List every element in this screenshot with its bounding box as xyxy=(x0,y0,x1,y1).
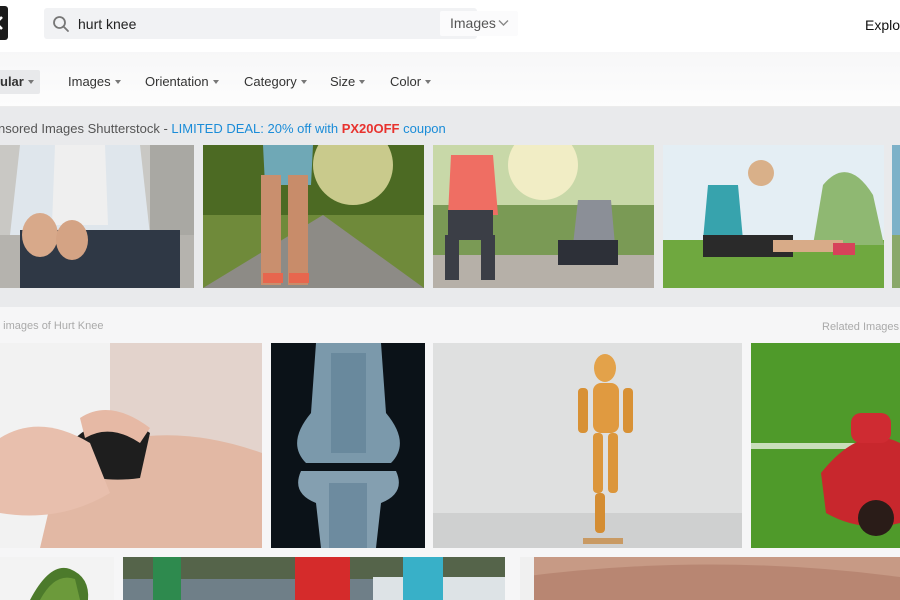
search-bar: Images xyxy=(44,8,518,39)
caret-down-icon xyxy=(27,80,34,84)
top-header: Images Explore xyxy=(0,0,900,52)
sponsored-image-2[interactable] xyxy=(203,145,424,288)
related-photo-7 xyxy=(520,557,900,600)
related-section: e images of Hurt Knee Related Images xyxy=(0,307,900,600)
search-input[interactable] xyxy=(78,8,398,39)
caret-down-icon xyxy=(425,80,432,84)
related-photo-5 xyxy=(0,557,114,600)
related-photo-2 xyxy=(271,343,425,548)
search-type-label: Images xyxy=(450,15,496,31)
filter-color[interactable]: Color xyxy=(390,70,432,94)
explore-link[interactable]: Explore xyxy=(865,17,900,33)
search-icon[interactable] xyxy=(52,15,70,33)
search-type-dropdown[interactable]: Images xyxy=(440,11,518,36)
related-photo-1 xyxy=(0,343,262,548)
related-image-7[interactable] xyxy=(520,557,900,600)
sponsored-section: nsored Images Shutterstock - LIMITED DEA… xyxy=(0,107,900,307)
sponsored-deal-link[interactable]: LIMITED DEAL: 20% off with PX20OFF coupo… xyxy=(171,121,445,136)
site-logo[interactable] xyxy=(0,6,8,40)
filter-color-label: Color xyxy=(390,74,422,89)
logo-chevron-icon xyxy=(0,16,3,30)
filter-orientation[interactable]: Orientation xyxy=(145,70,219,94)
related-image-1[interactable] xyxy=(0,343,262,548)
sponsored-image-3[interactable] xyxy=(433,145,654,288)
sponsored-photo-2 xyxy=(203,145,424,288)
caret-down-icon xyxy=(114,80,121,84)
filter-popular[interactable]: ular xyxy=(0,70,40,94)
sponsored-deal-text: LIMITED DEAL: 20% off with xyxy=(171,121,342,136)
chevron-down-icon xyxy=(498,20,509,26)
related-title: e images of Hurt Knee xyxy=(0,320,104,332)
filter-orientation-label: Orientation xyxy=(145,74,209,89)
filter-popular-label: ular xyxy=(0,74,24,89)
filter-images[interactable]: Images xyxy=(68,70,121,94)
coupon-code: PX20OFF xyxy=(341,121,400,136)
sponsored-image-1[interactable] xyxy=(0,145,194,288)
sponsored-prefix: nsored Images Shutterstock - xyxy=(0,121,172,136)
sponsored-banner: nsored Images Shutterstock - LIMITED DEA… xyxy=(0,121,446,136)
filter-bar: ular Images Orientation Category Size Co… xyxy=(0,52,900,107)
sponsored-photo-3 xyxy=(433,145,654,288)
related-image-6[interactable] xyxy=(123,557,505,600)
related-photo-6 xyxy=(123,557,505,600)
caret-down-icon xyxy=(300,80,307,84)
filter-category[interactable]: Category xyxy=(244,70,307,94)
sponsored-photo-1 xyxy=(0,145,194,288)
filter-size[interactable]: Size xyxy=(330,70,366,94)
sponsored-photo-5 xyxy=(892,145,900,288)
related-image-3[interactable] xyxy=(433,343,742,548)
sponsored-photo-4 xyxy=(663,145,884,288)
sponsored-image-5[interactable] xyxy=(892,145,900,288)
related-images-link[interactable]: Related Images xyxy=(822,321,899,333)
related-image-4[interactable] xyxy=(751,343,900,548)
related-photo-4 xyxy=(751,343,900,548)
sponsored-suffix: coupon xyxy=(399,121,446,136)
related-photo-3 xyxy=(433,343,742,548)
caret-down-icon xyxy=(359,80,366,84)
related-image-5[interactable] xyxy=(0,557,114,600)
filter-size-label: Size xyxy=(330,74,356,89)
filter-images-label: Images xyxy=(68,74,111,89)
caret-down-icon xyxy=(212,80,219,84)
sponsored-image-4[interactable] xyxy=(663,145,884,288)
filter-category-label: Category xyxy=(244,74,297,89)
related-image-2[interactable] xyxy=(271,343,425,548)
